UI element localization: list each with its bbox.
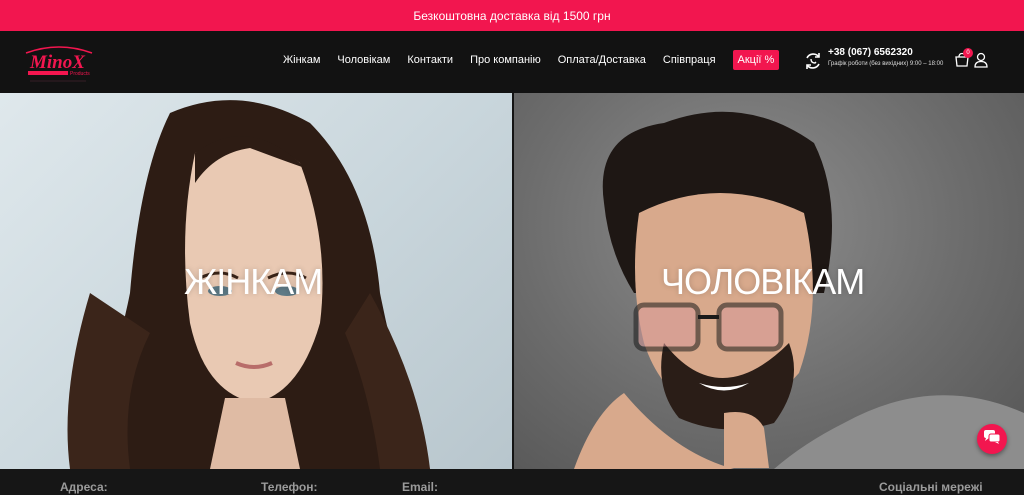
footer-phone-label: Телефон: xyxy=(261,480,318,494)
footer-address-label: Адреса: xyxy=(60,480,108,494)
women-category-panel[interactable]: ЖІНКАМ xyxy=(0,93,512,469)
logo-tagline: Products xyxy=(70,71,90,77)
nav-item-about[interactable]: Про компанію xyxy=(470,54,541,66)
site-footer: Адреса: Телефон: Email: Соціальні мережі xyxy=(0,469,1024,495)
footer-email-label: Email: xyxy=(402,480,439,494)
nav-item-contacts[interactable]: Контакти xyxy=(407,54,453,66)
promo-bar: Безкоштовна доставка від 1500 грн xyxy=(0,0,1024,31)
logo-wordmark: MinoX xyxy=(29,52,86,73)
phone-refresh-icon[interactable] xyxy=(803,51,823,71)
nav-item-men[interactable]: Чоловікам xyxy=(337,54,390,66)
hero-categories: ЖІНКАМ ЧОЛОВІКАМ xyxy=(0,93,1024,469)
nav-item-sale[interactable]: Акції % xyxy=(732,50,780,70)
footer-social-label: Соціальні мережі xyxy=(879,480,983,494)
user-icon[interactable] xyxy=(974,52,988,68)
men-category-title[interactable]: ЧОЛОВІКАМ xyxy=(661,261,865,303)
nav-item-cooperation[interactable]: Співпраця xyxy=(663,54,716,66)
chat-icon xyxy=(983,429,1001,450)
nav-item-women[interactable]: Жінкам xyxy=(283,54,320,66)
contact-block: +38 (067) 6562320 Графік роботи (без вих… xyxy=(803,47,943,71)
main-nav: Жінкам Чоловікам Контакти Про компанію О… xyxy=(283,50,780,70)
cart-count-badge: 0 xyxy=(963,48,973,58)
phone-number[interactable]: +38 (067) 6562320 xyxy=(828,47,943,58)
minox-logo[interactable]: MinoX Products xyxy=(22,39,96,85)
promo-text: Безкоштовна доставка від 1500 грн xyxy=(413,8,611,23)
working-hours: Графік роботи (без вихідних) 9:00 – 18:0… xyxy=(828,61,944,67)
site-header: MinoX Products Жінкам Чоловікам Контакти… xyxy=(0,31,1024,93)
chat-button[interactable] xyxy=(977,424,1007,454)
nav-item-payment-delivery[interactable]: Оплата/Доставка xyxy=(558,54,646,66)
women-category-title[interactable]: ЖІНКАМ xyxy=(184,261,323,303)
men-category-panel[interactable]: ЧОЛОВІКАМ xyxy=(514,93,1024,469)
